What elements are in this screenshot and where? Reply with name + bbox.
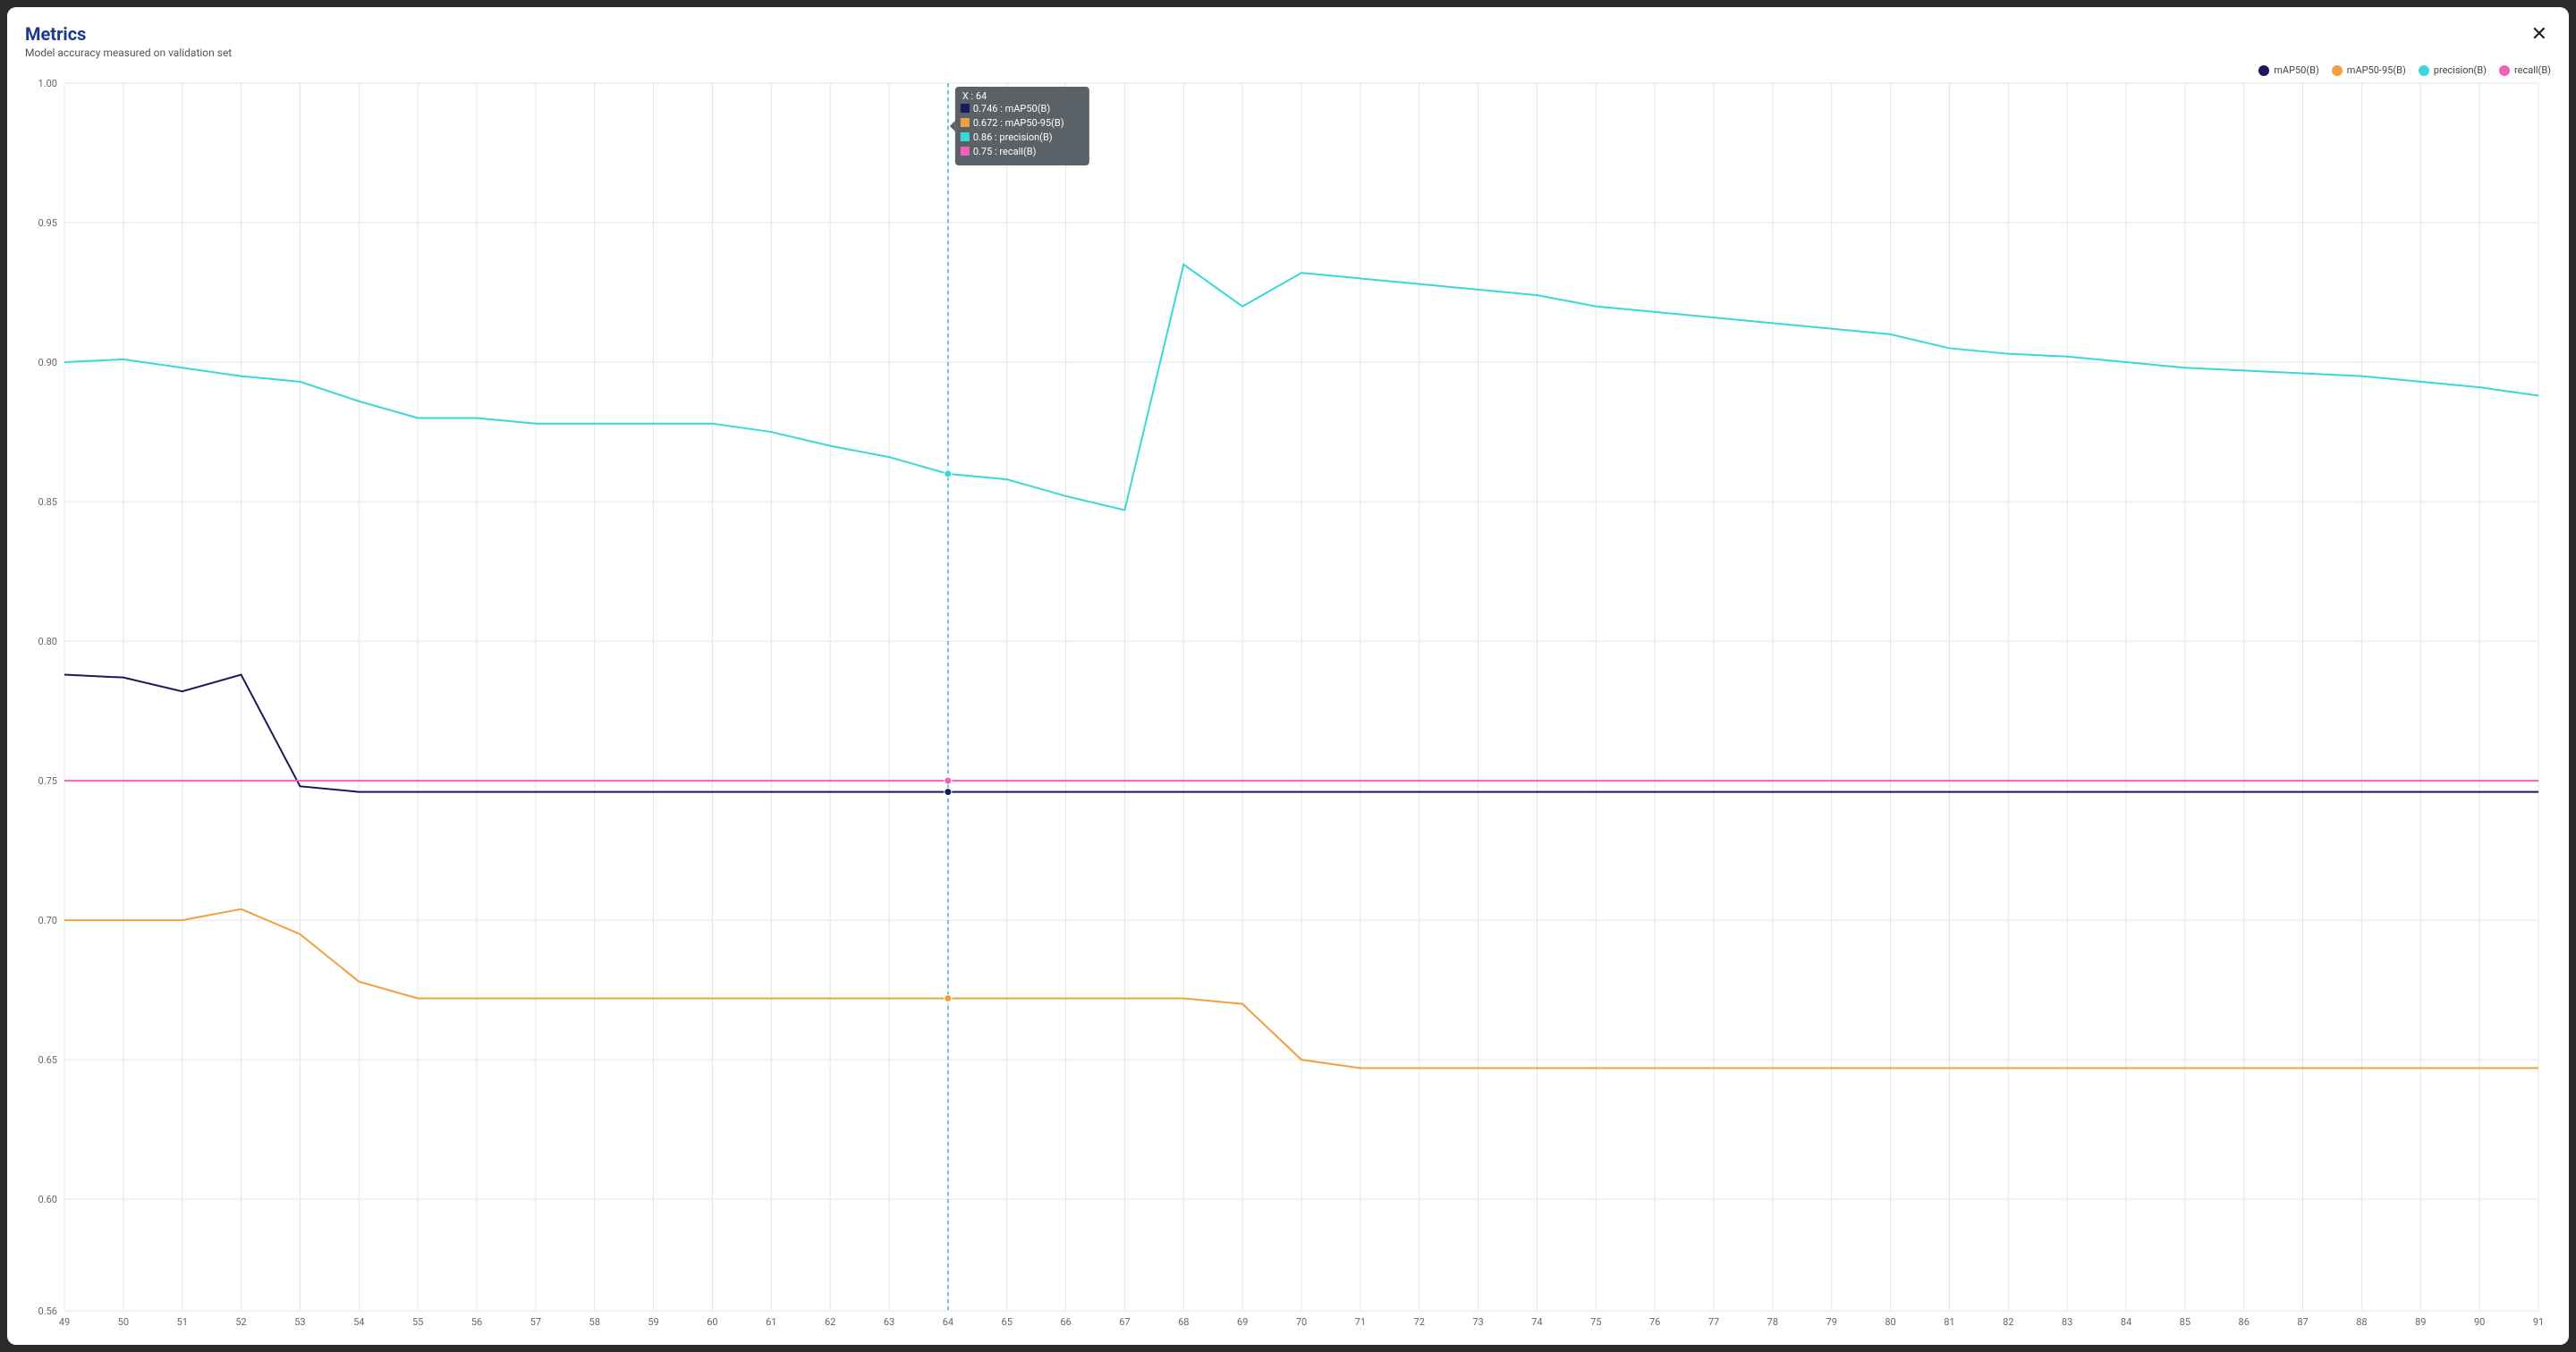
x-tick-label: 54	[353, 1316, 364, 1328]
hover-dot-icon	[945, 789, 952, 796]
x-tick-label: 64	[943, 1316, 953, 1328]
x-tick-label: 70	[1296, 1316, 1307, 1328]
x-tick-label: 51	[177, 1316, 188, 1328]
tooltip-swatch-icon	[961, 132, 970, 141]
x-tick-label: 65	[1002, 1316, 1013, 1328]
x-tick-label: 75	[1590, 1316, 1601, 1328]
x-tick-label: 83	[2062, 1316, 2072, 1328]
x-tick-label: 53	[294, 1316, 305, 1328]
tooltip-row-label: 0.86 : precision(B)	[973, 131, 1053, 143]
chart-legend: mAP50(B) mAP50-95(B) precision(B) recall(B)	[25, 64, 2551, 76]
metrics-modal: Metrics Model accuracy measured on valid…	[7, 7, 2569, 1345]
x-tick-label: 73	[1472, 1316, 1483, 1328]
x-tick-label: 59	[648, 1316, 658, 1328]
x-tick-label: 50	[118, 1316, 129, 1328]
x-tick-label: 56	[471, 1316, 482, 1328]
x-tick-label: 79	[1826, 1316, 1837, 1328]
x-tick-label: 86	[2239, 1316, 2250, 1328]
modal-title: Metrics	[25, 23, 232, 45]
x-tick-label: 84	[2121, 1316, 2131, 1328]
legend-dot-icon	[2332, 65, 2343, 76]
x-tick-label: 81	[1944, 1316, 1954, 1328]
legend-item[interactable]: mAP50-95(B)	[2332, 64, 2406, 76]
tooltip-row-label: 0.672 : mAP50-95(B)	[973, 117, 1064, 129]
tooltip-row-label: 0.746 : mAP50(B)	[973, 103, 1050, 114]
modal-subtitle: Model accuracy measured on validation se…	[25, 46, 232, 59]
x-tick-label: 72	[1414, 1316, 1425, 1328]
y-tick-label: 0.56	[38, 1306, 57, 1317]
legend-item[interactable]: recall(B)	[2499, 64, 2551, 76]
x-tick-label: 66	[1060, 1316, 1071, 1328]
x-tick-label: 71	[1355, 1316, 1366, 1328]
legend-label: mAP50(B)	[2274, 64, 2319, 76]
x-tick-label: 88	[2356, 1316, 2367, 1328]
x-tick-label: 61	[766, 1316, 776, 1328]
hover-dot-icon	[945, 777, 952, 784]
y-tick-label: 0.85	[38, 496, 57, 508]
legend-label: mAP50-95(B)	[2347, 64, 2406, 76]
x-tick-label: 91	[2533, 1316, 2544, 1328]
hover-dot-icon	[945, 470, 952, 477]
legend-item[interactable]: mAP50(B)	[2258, 64, 2319, 76]
legend-item[interactable]: precision(B)	[2419, 64, 2487, 76]
tooltip-x-label: X : 64	[962, 90, 987, 102]
legend-label: recall(B)	[2514, 64, 2551, 76]
hover-dot-icon	[945, 995, 952, 1002]
tooltip-swatch-icon	[961, 118, 970, 127]
x-tick-label: 68	[1178, 1316, 1189, 1328]
x-tick-label: 80	[1885, 1316, 1895, 1328]
tooltip-swatch-icon	[961, 147, 970, 156]
x-tick-label: 67	[1119, 1316, 1130, 1328]
legend-dot-icon	[2419, 65, 2429, 76]
y-tick-label: 0.75	[38, 775, 57, 787]
x-tick-label: 74	[1531, 1316, 1542, 1328]
x-tick-label: 89	[2415, 1316, 2426, 1328]
y-tick-label: 0.65	[38, 1054, 57, 1066]
x-tick-label: 77	[1708, 1316, 1719, 1328]
x-tick-label: 90	[2474, 1316, 2485, 1328]
x-tick-label: 58	[589, 1316, 600, 1328]
x-tick-label: 78	[1767, 1316, 1778, 1328]
chart-tooltip: X : 640.746 : mAP50(B) 0.672 : mAP50-95(B…	[950, 87, 1089, 165]
x-tick-label: 69	[1237, 1316, 1248, 1328]
y-tick-label: 0.95	[38, 217, 57, 229]
y-tick-label: 0.60	[38, 1194, 57, 1205]
metrics-chart[interactable]: 0.56 0.60 0.65 0.70 0.75 0.80 0.85 0.90 0.95 1.00…	[25, 78, 2551, 1332]
y-tick-label: 0.70	[38, 915, 57, 926]
x-tick-label: 85	[2180, 1316, 2190, 1328]
x-tick-label: 62	[825, 1316, 835, 1328]
x-tick-label: 76	[1649, 1316, 1660, 1328]
y-tick-label: 0.80	[38, 636, 57, 647]
x-tick-label: 57	[530, 1316, 541, 1328]
legend-dot-icon	[2499, 65, 2510, 76]
x-tick-label: 52	[235, 1316, 246, 1328]
legend-dot-icon	[2258, 65, 2269, 76]
close-icon[interactable]: ✕	[2528, 23, 2551, 46]
x-tick-label: 49	[59, 1316, 70, 1328]
y-tick-label: 1.00	[38, 78, 57, 89]
x-tick-label: 55	[412, 1316, 423, 1328]
y-tick-label: 0.90	[38, 357, 57, 368]
legend-label: precision(B)	[2434, 64, 2487, 76]
x-tick-label: 87	[2297, 1316, 2308, 1328]
x-tick-label: 82	[2003, 1316, 2013, 1328]
x-tick-label: 60	[707, 1316, 717, 1328]
x-tick-label: 63	[884, 1316, 894, 1328]
tooltip-row-label: 0.75 : recall(B)	[973, 146, 1037, 157]
tooltip-swatch-icon	[961, 104, 970, 113]
